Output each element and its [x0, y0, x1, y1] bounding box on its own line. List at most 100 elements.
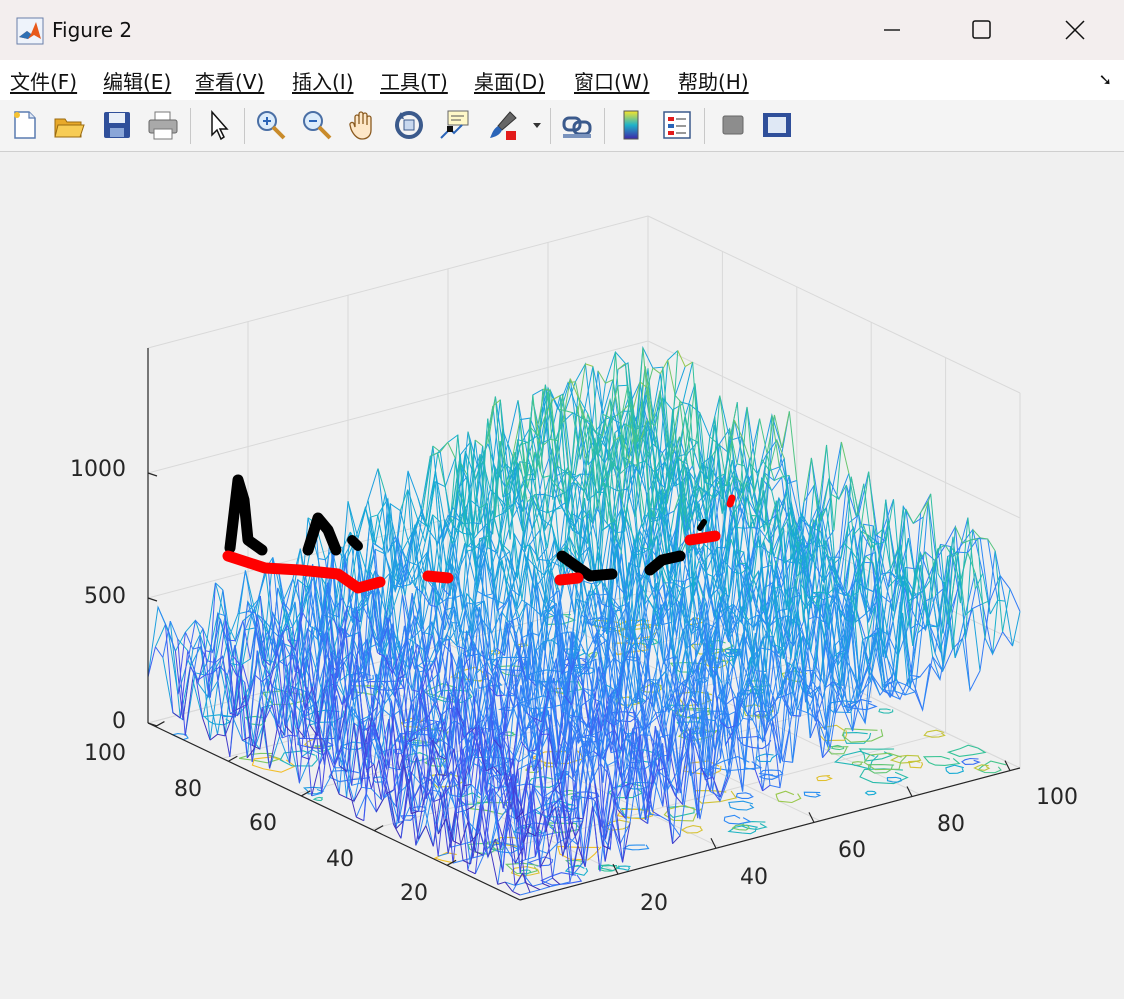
select-arrow-button[interactable] — [202, 108, 236, 142]
menu-window[interactable]: 窗口(W) — [574, 66, 649, 95]
x-tick-label: 60 — [838, 838, 866, 863]
new-figure-icon — [8, 108, 42, 142]
colorbar-icon — [614, 108, 648, 142]
data-cursor-button[interactable] — [438, 108, 472, 142]
z-tick-label: 500 — [84, 584, 126, 609]
menu-insert[interactable]: 插入(I) — [292, 66, 354, 95]
colorbar-button[interactable] — [614, 108, 648, 142]
save-button[interactable] — [100, 108, 134, 142]
toolbar-separator — [190, 108, 191, 144]
pan-button[interactable] — [346, 108, 380, 142]
zoom-out-icon — [300, 108, 334, 142]
minimize-button[interactable] — [846, 0, 938, 60]
contour-line — [864, 753, 906, 769]
open-file-icon — [52, 108, 86, 142]
overlay-line — [700, 522, 704, 528]
dock-arrow-icon[interactable]: ➘ — [1099, 70, 1112, 89]
mesh-line — [908, 686, 915, 692]
close-button[interactable] — [1029, 0, 1121, 60]
menu-desktop[interactable]: 桌面(D) — [474, 66, 545, 95]
legend-button[interactable] — [660, 108, 694, 142]
mesh-line — [370, 515, 377, 517]
menu-file[interactable]: 文件(F) — [10, 66, 77, 95]
window-title: Figure 2 — [52, 18, 132, 42]
overlay-line — [562, 556, 612, 576]
maximize-icon — [971, 19, 993, 41]
brush-dropdown[interactable] — [528, 108, 546, 142]
menu-edit[interactable]: 编辑(E) — [103, 66, 171, 95]
mesh-line — [255, 675, 262, 682]
mesh-line — [356, 817, 363, 821]
mesh-line — [585, 364, 592, 367]
link-plot-button[interactable] — [560, 108, 594, 142]
rotate-3d-button[interactable] — [392, 108, 426, 142]
brush-button[interactable] — [486, 108, 520, 142]
z-tick — [148, 473, 157, 476]
contour-line — [924, 757, 959, 766]
y-tick-label: 40 — [326, 847, 354, 872]
x-tick-label: 20 — [640, 891, 668, 916]
contour-line — [736, 793, 752, 799]
mesh-line — [841, 442, 848, 473]
mesh-line — [289, 735, 296, 736]
mesh-line — [348, 501, 355, 539]
x-tick-label: 100 — [1036, 785, 1078, 810]
mesh-line — [394, 824, 401, 838]
mesh-line — [468, 870, 475, 874]
menu-view[interactable]: 查看(V) — [195, 66, 264, 95]
mesh-line — [485, 594, 492, 596]
mesh-line — [376, 798, 383, 811]
mesh-line — [155, 647, 162, 658]
zoom-in-icon — [254, 108, 288, 142]
contour-line — [724, 815, 750, 824]
z-tick — [148, 598, 157, 601]
title-bar: Figure 2 — [0, 0, 1124, 61]
mesh-line — [349, 789, 356, 818]
print-button[interactable] — [146, 108, 180, 142]
open-file-button[interactable] — [52, 108, 86, 142]
menu-tools[interactable]: 工具(T) — [380, 66, 448, 95]
mesh-line — [533, 886, 540, 890]
zoom-out-button[interactable] — [300, 108, 334, 142]
mesh-line — [730, 402, 737, 439]
mesh-line — [513, 891, 520, 895]
contour-line — [924, 730, 944, 737]
mesh-line — [720, 777, 727, 797]
mesh-plot[interactable]: 0 500 1000 20 40 60 80 100 20 40 60 80 1… — [0, 152, 1124, 995]
mesh-line — [760, 419, 767, 454]
mesh-line — [466, 806, 473, 810]
overlay-line — [690, 536, 715, 540]
z-tick-label: 0 — [112, 709, 126, 734]
menu-help[interactable]: 帮助(H) — [678, 66, 749, 95]
contour-line — [832, 746, 844, 750]
mesh-line — [878, 500, 885, 562]
maximize-button[interactable] — [936, 0, 1028, 60]
figure-canvas[interactable]: 0 500 1000 20 40 60 80 100 20 40 60 80 1… — [0, 152, 1124, 995]
contour-line — [866, 791, 876, 795]
mesh-line — [448, 442, 455, 458]
contour-line — [624, 845, 649, 850]
y-tick-label: 100 — [84, 741, 126, 766]
x-tick-label: 80 — [937, 812, 965, 837]
mesh-line — [675, 395, 682, 404]
mesh-line — [565, 411, 572, 413]
contour-line — [948, 745, 985, 756]
overlay-line — [352, 540, 358, 546]
chevron-down-icon — [528, 108, 546, 142]
y-tick-label: 20 — [400, 881, 428, 906]
zoom-in-button[interactable] — [254, 108, 288, 142]
mesh-line — [541, 734, 548, 735]
mesh-line — [737, 464, 744, 466]
close-icon — [1064, 19, 1086, 41]
mesh-line — [933, 657, 940, 680]
mesh-line — [973, 608, 980, 670]
hide-plot-tools-button[interactable] — [716, 108, 750, 142]
mesh-line — [433, 446, 440, 452]
minimize-icon — [882, 20, 902, 40]
new-figure-button[interactable] — [8, 108, 42, 142]
grid-line — [148, 216, 648, 348]
overlay-line — [560, 578, 578, 580]
save-icon — [100, 108, 134, 142]
show-plot-tools-button[interactable] — [760, 108, 794, 142]
overlay-line — [730, 498, 732, 504]
